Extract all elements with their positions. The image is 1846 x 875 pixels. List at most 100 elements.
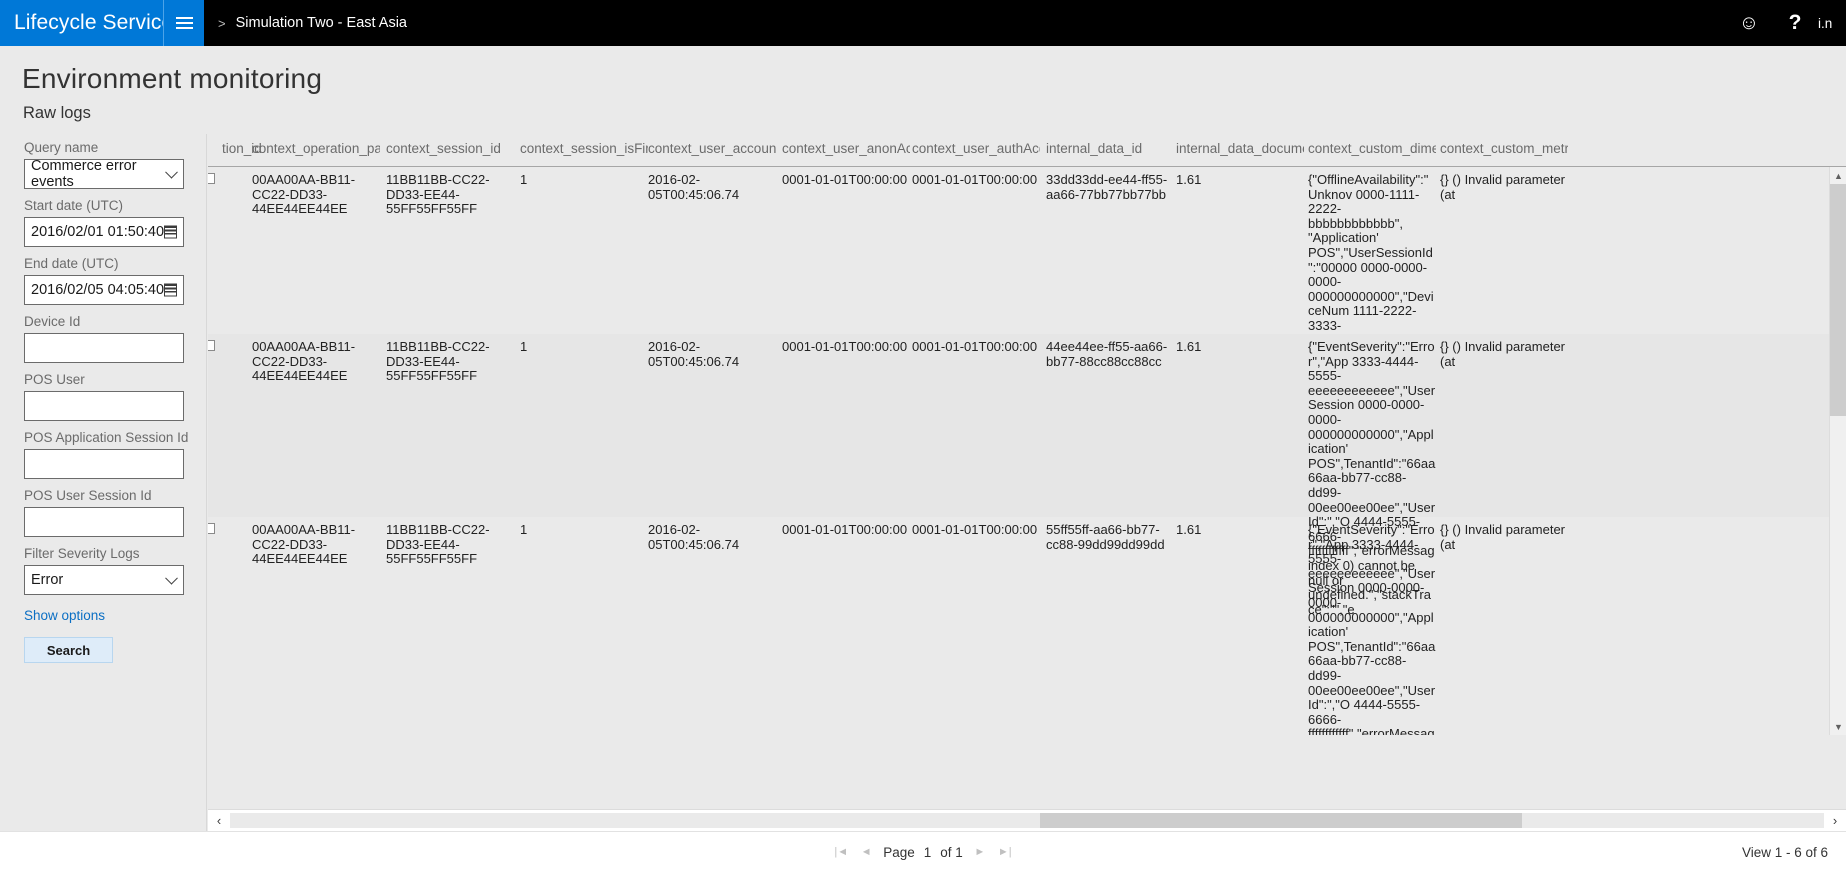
page-label: Page (883, 844, 915, 860)
breadcrumb: > Simulation Two - East Asia (204, 0, 1726, 46)
show-options-link[interactable]: Show options (24, 608, 206, 623)
start-date-value: 2016/02/01 01:50:40 (31, 224, 165, 240)
pos-user-session-id-input[interactable] (24, 507, 184, 537)
query-name-value: Commerce error events (31, 158, 137, 190)
column-header-internal_data_id[interactable]: internal_data_id (1046, 141, 1174, 156)
end-date-value: 2016/02/05 04:05:40 (31, 282, 165, 298)
first-page-icon[interactable]: |◄ (833, 844, 849, 860)
cell-context_session_id: 11BB11BB-CC22-DD33-EE44-55FF55FF55FF (386, 172, 490, 216)
breadcrumb-item-project[interactable]: Simulation Two - East Asia (236, 15, 407, 31)
raw-logs-grid: tion_idcontext_operation_parercontext_se… (208, 134, 1846, 875)
table-row[interactable]: 00AA00AA-BB11-CC22-DD33-44EE44EE44EE 11BB… (208, 167, 1846, 449)
start-date-input[interactable]: 2016/02/01 01:50:40 (24, 217, 184, 247)
column-header-context_user_authAcquis[interactable]: context_user_authAcquis (912, 141, 1040, 156)
record-count-label: View 1 - 6 of 6 (1741, 845, 1828, 860)
cell-context_session_id: 11BB11BB-CC22-DD33-EE44-55FF55FF55FF (386, 522, 490, 566)
brand-logo[interactable]: Lifecycle Services (0, 0, 184, 46)
previous-page-icon[interactable]: ◄ (858, 844, 874, 860)
scroll-up-icon[interactable]: ▲ (1830, 167, 1846, 184)
cell-internal_data_id: 55ff55ff-aa66-bb77-cc88-99dd99dd99dd (1046, 522, 1165, 552)
horizontal-scroll-thumb[interactable] (1040, 813, 1522, 828)
cell-context_session_isFirst: 1 (520, 339, 528, 354)
scroll-down-icon[interactable]: ▼ (1830, 718, 1846, 735)
grid-horizontal-scrollbar[interactable]: ‹ › (208, 809, 1846, 831)
vertical-scroll-thumb[interactable] (1830, 184, 1846, 416)
cell-context_user_authAcquis: 0001-01-01T00:00:00 (912, 522, 1038, 537)
column-header-context_session_id[interactable]: context_session_id (386, 141, 514, 156)
pos-user-input[interactable] (24, 391, 184, 421)
cell-context_user_accountAc: 2016-02-05T00:45:06.74 (648, 339, 740, 369)
column-header-context_operation_parent[interactable]: context_operation_parer (252, 141, 380, 156)
cell-internal_data_document: 1.61 (1176, 172, 1202, 187)
table-row[interactable]: 00AA00AA-BB11-CC22-DD33-44EE44EE44EE 11BB… (208, 334, 1846, 616)
cell-context_session_isFirst: 1 (520, 522, 528, 537)
cell-internal_data_document: 1.61 (1176, 339, 1202, 354)
help-icon[interactable]: ? (1772, 0, 1818, 46)
cell-context_operation_parent: 00AA00AA-BB11-CC22-DD33-44EE44EE44EE (252, 339, 356, 383)
row-select-checkbox[interactable] (208, 173, 215, 184)
page-title: Environment monitoring (22, 63, 323, 94)
row-select-checkbox[interactable] (208, 340, 215, 351)
end-date-input[interactable]: 2016/02/05 04:05:40 (24, 275, 184, 305)
pos-user-session-id-label: POS User Session Id (24, 488, 152, 503)
chevron-down-icon (165, 165, 178, 179)
cell-context_operation_parent: 00AA00AA-BB11-CC22-DD33-44EE44EE44EE (252, 172, 356, 216)
calendar-icon[interactable] (164, 225, 177, 239)
cell-context_custom_metrics: {} () Invalid parameter (at (1440, 339, 1566, 369)
cell-context_custom_metrics: {} () Invalid parameter (at (1440, 172, 1566, 202)
cell-internal_data_id: 33dd33dd-ee44-ff55-aa66-77bb77bb77bb (1046, 172, 1168, 202)
cell-context_user_accountAc: 2016-02-05T00:45:06.74 (648, 522, 740, 552)
cell-context_user_anonAcqui: 0001-01-01T00:00:00 (782, 522, 908, 537)
cell-context_operation_parent: 00AA00AA-BB11-CC22-DD33-44EE44EE44EE (252, 522, 356, 566)
column-header-context_custom_dimensi[interactable]: context_custom_dimensi (1308, 141, 1436, 156)
breadcrumb-separator-icon: > (218, 15, 226, 31)
grid-footer: |◄ ◄ Page 1 of 1 ► ►| View 1 - 6 of 6 (0, 831, 1846, 875)
horizontal-scroll-track[interactable] (230, 813, 1824, 828)
filter-severity-logs-value: Error (31, 572, 64, 588)
query-name-label: Query name (24, 140, 99, 155)
top-bar-actions: ☺ ? i.n (1726, 0, 1846, 46)
user-account-label[interactable]: i.n (1818, 16, 1844, 31)
search-button[interactable]: Search (24, 637, 113, 663)
last-page-icon[interactable]: ►| (997, 844, 1013, 860)
top-navigation-bar: Lifecycle Services > Simulation Two - Ea… (0, 0, 1846, 46)
device-id-label: Device Id (24, 314, 81, 329)
column-header-internal_data_document[interactable]: internal_data_document (1176, 141, 1304, 156)
pos-application-session-id-input[interactable] (24, 449, 184, 479)
cell-context_user_anonAcqui: 0001-01-01T00:00:00 (782, 339, 908, 354)
grid-header: tion_idcontext_operation_parercontext_se… (208, 134, 1846, 167)
column-header-context_user_anonAcqui[interactable]: context_user_anonAcqui (782, 141, 910, 156)
column-header-context_user_accountAc[interactable]: context_user_accountAc (648, 141, 776, 156)
column-header-context_session_isFirst[interactable]: context_session_isFirst (520, 141, 648, 156)
filter-severity-logs-select[interactable]: Error (24, 565, 184, 595)
scroll-left-icon[interactable]: ‹ (208, 810, 230, 831)
grid-body: 00AA00AA-BB11-CC22-DD33-44EE44EE44EE 11BB… (208, 167, 1846, 735)
section-title: Raw logs (23, 104, 91, 122)
page-number[interactable]: 1 (924, 845, 932, 860)
table-row[interactable]: 00AA00AA-BB11-CC22-DD33-44EE44EE44EE 11BB… (208, 517, 1846, 735)
scroll-right-icon[interactable]: › (1824, 810, 1846, 831)
column-header-context_custom_metrics[interactable]: context_custom_metrics (1440, 141, 1568, 156)
cell-context_custom_metrics: {} () Invalid parameter (at (1440, 522, 1566, 552)
pos-application-session-id-label: POS Application Session Id (24, 430, 189, 445)
grid-vertical-scrollbar[interactable]: ▲ ▼ (1829, 167, 1846, 735)
cell-context_session_isFirst: 1 (520, 172, 528, 187)
query-name-select[interactable]: Commerce error events (24, 158, 184, 190)
filter-panel: Query name Commerce error events Start d… (0, 134, 207, 875)
pagination-control: |◄ ◄ Page 1 of 1 ► ►| (833, 844, 1013, 860)
hamburger-menu-button[interactable] (163, 0, 204, 46)
start-date-label: Start date (UTC) (24, 198, 124, 213)
cell-internal_data_document: 1.61 (1176, 522, 1202, 537)
cell-context_user_authAcquis: 0001-01-01T00:00:00 (912, 172, 1038, 187)
filter-severity-logs-label: Filter Severity Logs (24, 546, 140, 561)
grid-header-row: tion_idcontext_operation_parercontext_se… (208, 134, 1846, 166)
feedback-smiley-icon[interactable]: ☺ (1726, 0, 1772, 46)
calendar-icon[interactable] (164, 283, 177, 297)
cell-context_session_id: 11BB11BB-CC22-DD33-EE44-55FF55FF55FF (386, 339, 490, 383)
cell-context_user_accountAc: 2016-02-05T00:45:06.74 (648, 172, 740, 202)
next-page-icon[interactable]: ► (972, 844, 988, 860)
cell-context_custom_dimensi: {"EventSeverity":"Error","App 3333-4444-… (1308, 522, 1436, 735)
row-select-checkbox[interactable] (208, 523, 215, 534)
page-content: Environment monitoring Raw logs Query na… (0, 46, 1846, 875)
device-id-input[interactable] (24, 333, 184, 363)
